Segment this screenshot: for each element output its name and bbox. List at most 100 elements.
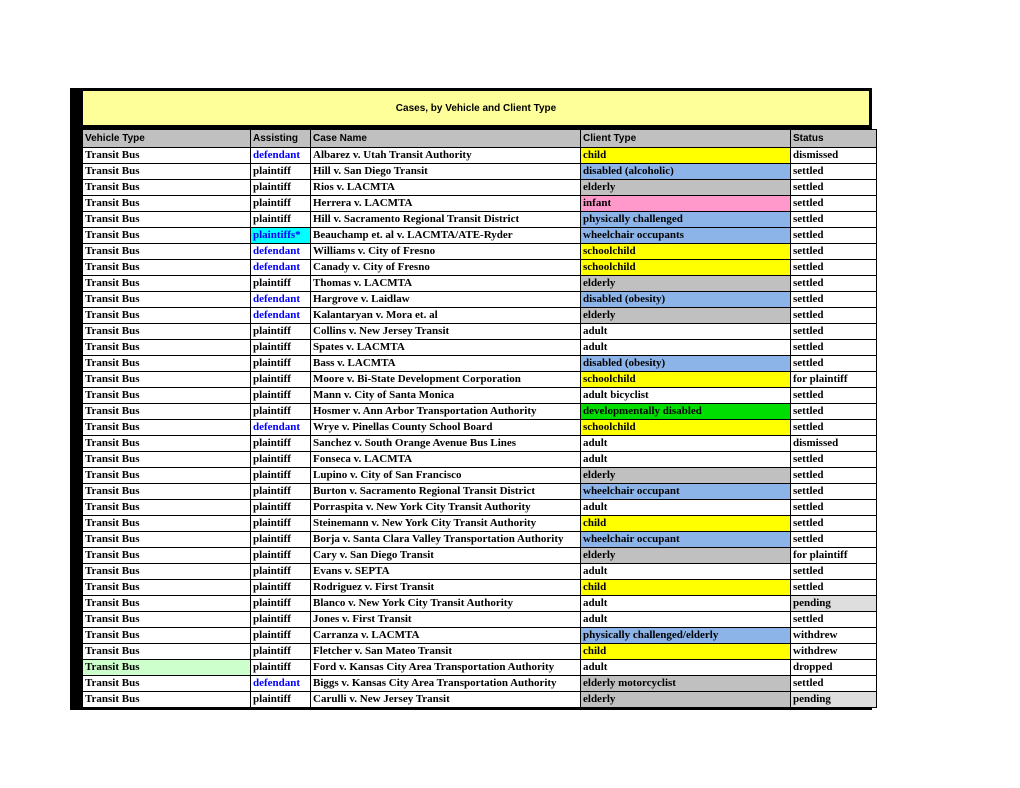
cell-case[interactable]: Fletcher v. San Mateo Transit xyxy=(310,643,581,660)
cell-case[interactable]: Hill v. San Diego Transit xyxy=(310,163,581,180)
cell-client[interactable]: child xyxy=(580,147,791,164)
cell-case[interactable]: Carranza v. LACMTA xyxy=(310,627,581,644)
table-row[interactable]: Transit Bus plaintiff Hosmer v. Ann Arbor … xyxy=(82,403,877,420)
cell-vehicle[interactable]: Transit Bus xyxy=(82,371,251,388)
cell-status[interactable]: settled xyxy=(790,531,877,548)
column-header-vehicle-type[interactable]: Vehicle Type xyxy=(82,129,251,148)
cell-assist[interactable]: plaintiff xyxy=(250,691,311,708)
cell-case[interactable]: Sanchez v. South Orange Avenue Bus Lines xyxy=(310,435,581,452)
cell-case[interactable]: Hill v. Sacramento Regional Transit Dist… xyxy=(310,211,581,228)
cell-vehicle[interactable]: Transit Bus xyxy=(82,339,251,356)
column-header-client-type[interactable]: Client Type xyxy=(580,129,791,148)
table-row[interactable]: Transit Bus plaintiff Porraspita v. New Yo… xyxy=(82,499,877,516)
cell-assist[interactable]: plaintiffs* xyxy=(250,227,311,244)
table-row[interactable]: Transit Bus plaintiff Burton v. Sacramento… xyxy=(82,483,877,500)
cell-client[interactable]: child xyxy=(580,643,791,660)
cell-case[interactable]: Canady v. City of Fresno xyxy=(310,259,581,276)
cell-vehicle[interactable]: Transit Bus xyxy=(82,579,251,596)
table-row[interactable]: Transit Bus plaintiffs* Beauchamp et. al v… xyxy=(82,227,877,244)
cell-case[interactable]: Steinemann v. New York City Transit Auth… xyxy=(310,515,581,532)
cell-client[interactable]: adult xyxy=(580,323,791,340)
cell-case[interactable]: Rios v. LACMTA xyxy=(310,179,581,196)
column-header-status[interactable]: Status xyxy=(790,129,877,148)
table-row[interactable]: Transit Bus plaintiff Fonseca v. LACMTA adu… xyxy=(82,451,877,468)
cell-assist[interactable]: defendant xyxy=(250,419,311,436)
cell-case[interactable]: Biggs v. Kansas City Area Transportation… xyxy=(310,675,581,692)
cell-client[interactable]: adult xyxy=(580,611,791,628)
cell-assist[interactable]: defendant xyxy=(250,259,311,276)
table-row[interactable]: Transit Bus plaintiff Ford v. Kansas City … xyxy=(82,659,877,676)
cell-status[interactable]: settled xyxy=(790,499,877,516)
cell-status[interactable]: settled xyxy=(790,483,877,500)
cell-status[interactable]: settled xyxy=(790,339,877,356)
cell-case[interactable]: Cary v. San Diego Transit xyxy=(310,547,581,564)
cell-vehicle[interactable]: Transit Bus xyxy=(82,163,251,180)
cell-assist[interactable]: defendant xyxy=(250,675,311,692)
cell-status[interactable]: settled xyxy=(790,355,877,372)
table-row[interactable]: Transit Bus plaintiff Steinemann v. New Yo… xyxy=(82,515,877,532)
cell-case[interactable]: Porraspita v. New York City Transit Auth… xyxy=(310,499,581,516)
cell-vehicle[interactable]: Transit Bus xyxy=(82,195,251,212)
cell-status[interactable]: settled xyxy=(790,419,877,436)
cell-assist[interactable]: plaintiff xyxy=(250,323,311,340)
table-row[interactable]: Transit Bus plaintiff Mann v. City of Sant… xyxy=(82,387,877,404)
cell-status[interactable]: settled xyxy=(790,579,877,596)
cell-vehicle[interactable]: Transit Bus xyxy=(82,531,251,548)
cell-status[interactable]: settled xyxy=(790,515,877,532)
cell-client[interactable]: schoolchild xyxy=(580,371,791,388)
cell-assist[interactable]: plaintiff xyxy=(250,643,311,660)
cell-vehicle[interactable]: Transit Bus xyxy=(82,435,251,452)
column-header-case-name[interactable]: Case Name xyxy=(310,129,581,148)
cell-assist[interactable]: defendant xyxy=(250,291,311,308)
cell-assist[interactable]: plaintiff xyxy=(250,355,311,372)
table-row[interactable]: Transit Bus plaintiff Collins v. New Jerse… xyxy=(82,323,877,340)
cell-vehicle[interactable]: Transit Bus xyxy=(82,627,251,644)
table-row[interactable]: Transit Bus plaintiff Fletcher v. San Mate… xyxy=(82,643,877,660)
cell-client[interactable]: adult bicyclist xyxy=(580,387,791,404)
cell-case[interactable]: Kalantaryan v. Mora et. al xyxy=(310,307,581,324)
cell-assist[interactable]: defendant xyxy=(250,243,311,260)
table-row[interactable]: Transit Bus plaintiff Blanco v. New York C… xyxy=(82,595,877,612)
cell-client[interactable]: disabled (obesity) xyxy=(580,355,791,372)
cell-case[interactable]: Beauchamp et. al v. LACMTA/ATE-Ryder xyxy=(310,227,581,244)
cell-vehicle[interactable]: Transit Bus xyxy=(82,291,251,308)
cell-assist[interactable]: plaintiff xyxy=(250,451,311,468)
cell-assist[interactable]: plaintiff xyxy=(250,275,311,292)
cell-assist[interactable]: plaintiff xyxy=(250,483,311,500)
cell-client[interactable]: disabled (alcoholic) xyxy=(580,163,791,180)
table-row[interactable]: Transit Bus defendant Wrye v. Pinellas Cou… xyxy=(82,419,877,436)
cell-assist[interactable]: plaintiff xyxy=(250,499,311,516)
cell-assist[interactable]: plaintiff xyxy=(250,403,311,420)
cell-status[interactable]: settled xyxy=(790,387,877,404)
cell-client[interactable]: child xyxy=(580,579,791,596)
cell-assist[interactable]: plaintiff xyxy=(250,547,311,564)
cell-client[interactable]: physically challenged xyxy=(580,211,791,228)
cell-status[interactable]: dismissed xyxy=(790,147,877,164)
cell-assist[interactable]: defendant xyxy=(250,147,311,164)
cell-vehicle[interactable]: Transit Bus xyxy=(82,147,251,164)
cell-assist[interactable]: plaintiff xyxy=(250,371,311,388)
cell-vehicle[interactable]: Transit Bus xyxy=(82,451,251,468)
table-row[interactable]: Transit Bus plaintiff Rios v. LACMTA elderl… xyxy=(82,179,877,196)
cell-vehicle[interactable]: Transit Bus xyxy=(82,515,251,532)
cell-vehicle[interactable]: Transit Bus xyxy=(82,547,251,564)
table-row[interactable]: Transit Bus plaintiff Hill v. San Diego Tr… xyxy=(82,163,877,180)
cell-status[interactable]: dropped xyxy=(790,659,877,676)
cell-case[interactable]: Fonseca v. LACMTA xyxy=(310,451,581,468)
cell-assist[interactable]: plaintiff xyxy=(250,435,311,452)
cell-case[interactable]: Carulli v. New Jersey Transit xyxy=(310,691,581,708)
cell-client[interactable]: elderly xyxy=(580,179,791,196)
cell-vehicle[interactable]: Transit Bus xyxy=(82,643,251,660)
cell-status[interactable]: settled xyxy=(790,179,877,196)
cell-client[interactable]: elderly xyxy=(580,275,791,292)
cell-vehicle[interactable]: Transit Bus xyxy=(82,611,251,628)
cell-vehicle[interactable]: Transit Bus xyxy=(82,483,251,500)
table-row[interactable]: Transit Bus plaintiff Herrera v. LACMTA inf… xyxy=(82,195,877,212)
cell-vehicle[interactable]: Transit Bus xyxy=(82,243,251,260)
cell-client[interactable]: adult xyxy=(580,659,791,676)
cell-assist[interactable]: plaintiff xyxy=(250,579,311,596)
table-row[interactable]: Transit Bus defendant Biggs v. Kansas City… xyxy=(82,675,877,692)
cell-status[interactable]: settled xyxy=(790,307,877,324)
table-row[interactable]: Transit Bus defendant Hargrove v. Laidlaw d… xyxy=(82,291,877,308)
table-row[interactable]: Transit Bus plaintiff Carranza v. LACMTA ph… xyxy=(82,627,877,644)
